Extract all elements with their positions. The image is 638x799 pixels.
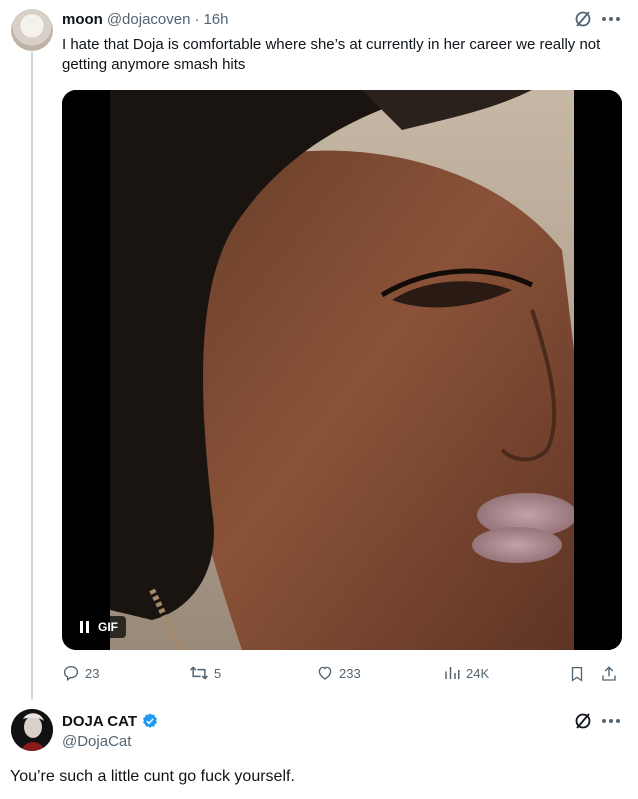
post-header: moon @dojacoven · 16h [62,9,228,29]
reply-count: 23 [85,665,100,681]
gif-badge[interactable]: GIF [72,616,126,638]
author-handle[interactable]: @DojaCat [62,733,131,750]
reply-text: You’re such a little cunt go fuck yourse… [10,768,295,785]
share-icon [602,666,616,681]
analytics-icon [445,667,460,679]
heart-icon [318,666,332,680]
avatar[interactable] [11,9,53,51]
separator: · [194,10,200,28]
view-count: 24K [466,665,490,681]
reply-button[interactable]: 23 [62,664,99,682]
author-name[interactable]: moon [62,11,103,28]
verified-badge-icon [143,713,157,728]
thread-line [31,52,33,700]
author-handle[interactable]: @dojacoven [107,11,191,28]
pause-icon [80,621,89,633]
timestamp[interactable]: 16h [203,11,228,28]
bookmark-icon [571,666,583,682]
repost-count: 5 [214,665,222,681]
avatar[interactable] [11,709,53,751]
avatar-image [11,709,53,751]
reply-icon [63,665,79,682]
like-button[interactable]: 233 [316,664,361,682]
repost-icon [190,666,208,680]
post-text: I hate that Doja is comfortable where sh… [62,36,601,73]
more-options-icon[interactable] [598,710,624,732]
grok-icon[interactable] [572,8,594,30]
like-count: 233 [339,665,361,681]
views-button[interactable]: 24K [443,664,489,682]
author-name[interactable]: DOJA CAT [62,713,137,730]
gif-media[interactable] [62,90,622,650]
action-bar: 23 5 233 24K [62,664,622,686]
repost-button[interactable]: 5 [189,664,221,682]
share-button[interactable] [600,664,618,684]
reply-header: DOJA CAT [62,711,159,731]
more-options-icon[interactable] [598,8,624,30]
gif-label: GIF [98,620,118,634]
gif-frame [62,90,622,650]
bookmark-button[interactable] [568,664,586,684]
grok-icon[interactable] [572,710,594,732]
